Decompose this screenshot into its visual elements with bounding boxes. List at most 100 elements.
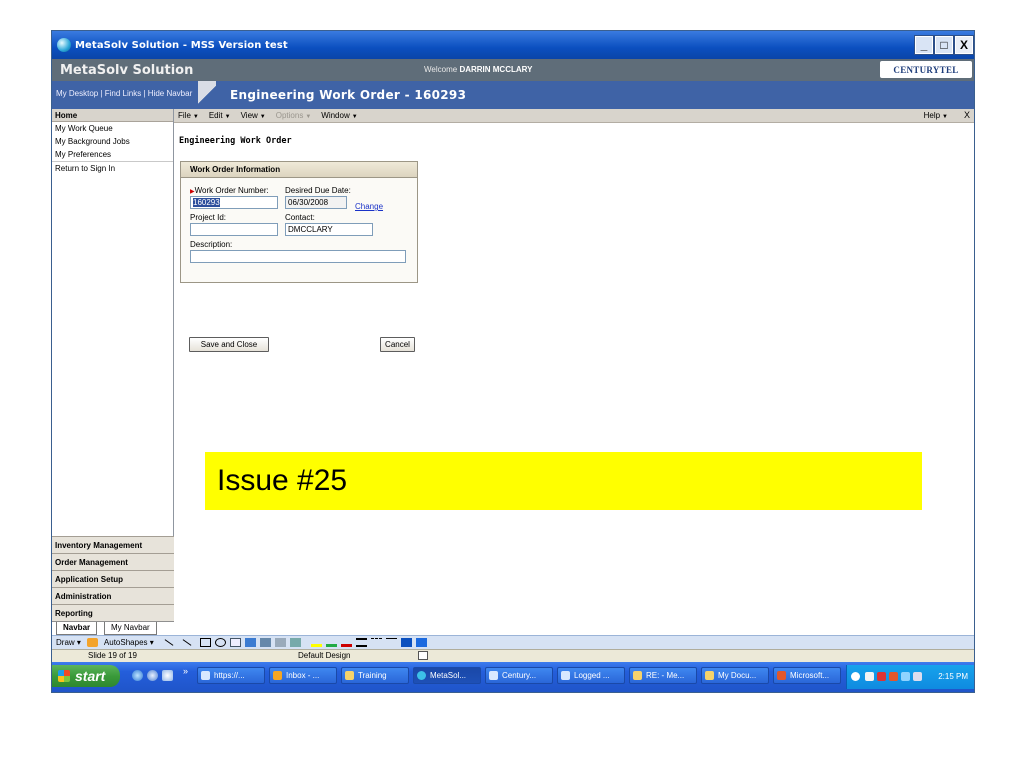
fill-color-icon[interactable] [310,638,322,647]
taskbar-item[interactable]: Century... [485,667,553,684]
windows-flag-icon [58,670,70,682]
nav-item-my-work-queue[interactable]: My Work Queue [52,122,173,135]
arrow-tool-icon[interactable] [182,639,192,646]
task-label: Training [358,671,387,680]
nav-item-return-to-sign-in[interactable]: Return to Sign In [52,161,173,174]
nav-section-order-management[interactable]: Order Management [52,553,174,570]
tray-app-icon[interactable] [877,672,886,681]
tab-my-navbar[interactable]: My Navbar [104,622,157,635]
start-button[interactable]: start [52,665,120,687]
form-title: Engineering Work Order [179,136,292,146]
contact-field[interactable]: DMCCLARY [285,223,373,236]
line-tool-icon[interactable] [164,639,174,646]
taskbar-item[interactable]: Inbox - ... [269,667,337,684]
oval-tool-icon[interactable] [214,638,226,647]
clip-art-icon[interactable] [274,638,286,647]
taskbar-item[interactable]: Microsoft... [773,667,841,684]
close-button[interactable]: X [954,35,974,55]
wordart-icon[interactable] [244,638,256,647]
internet-explorer-icon[interactable] [132,670,143,681]
diagram-icon[interactable] [259,638,271,647]
windows-taskbar: start » https://... Inbox - ... Training… [52,662,974,692]
show-desktop-icon[interactable] [162,670,173,681]
nav-item-my-preferences[interactable]: My Preferences [52,148,173,161]
textbox-tool-icon[interactable] [229,638,241,647]
window-titlebar[interactable]: MetaSolv Solution - MSS Version test _ □… [52,31,974,59]
cancel-button[interactable]: Cancel [380,337,415,352]
menu-edit[interactable]: Edit ▼ [209,111,231,120]
menu-window[interactable]: Window ▼ [321,111,357,120]
powerpoint-drawing-toolbar: Draw ▾ AutoShapes ▾ [52,635,974,649]
save-and-close-button[interactable]: Save and Close [189,337,269,352]
shadow-icon[interactable] [400,638,412,647]
tab-navbar[interactable]: Navbar [56,622,98,635]
tray-app-icon[interactable] [865,672,874,681]
due-date-label: Desired Due Date: [285,186,351,195]
work-order-number-label-text: Work Order Number: [194,186,269,195]
window-close-x[interactable]: X [964,110,970,120]
task-icon [705,671,714,680]
tray-app-icon[interactable] [889,672,898,681]
task-icon [489,671,498,680]
nav-section-reporting[interactable]: Reporting [52,604,174,621]
menu-file[interactable]: File ▼ [178,111,199,120]
taskbar-clock: 2:15 PM [938,672,968,681]
chevron-down-icon: ▼ [351,114,358,120]
chevron-down-icon: ▼ [942,114,948,120]
link-hide-navbar[interactable]: Hide Navbar [148,89,192,98]
line-style-icon[interactable] [355,638,367,647]
select-objects-icon[interactable] [86,638,98,647]
welcome-prefix: Welcome [424,65,458,74]
quicklaunch-expand-icon[interactable]: » [183,666,188,676]
nav-section-inventory-management[interactable]: Inventory Management [52,536,174,553]
description-field[interactable] [190,250,406,263]
autoshapes-menu[interactable]: AutoShapes ▾ [104,638,154,647]
minimize-button[interactable]: _ [914,35,934,55]
due-date-field[interactable]: 06/30/2008 [285,196,347,209]
spell-check-icon[interactable] [418,651,428,660]
nav-section-application-setup[interactable]: Application Setup [52,570,174,587]
rectangle-tool-icon[interactable] [199,638,211,647]
tray-network-icon[interactable] [913,672,922,681]
taskbar-item[interactable]: https://... [197,667,265,684]
taskbar-item[interactable]: MetaSol... [413,667,481,684]
project-id-field[interactable] [190,223,278,236]
menu-help[interactable]: Help ▼ [924,111,948,120]
menu-options-label: Options [275,111,304,120]
arrow-style-icon[interactable] [385,638,397,647]
dash-style-icon[interactable] [370,638,382,647]
work-order-number-field[interactable]: 160293 [190,196,278,209]
tray-volume-icon[interactable] [901,672,910,681]
nav-section-administration[interactable]: Administration [52,587,174,604]
maximize-button[interactable]: □ [934,35,954,55]
line-color-icon[interactable] [325,638,337,647]
window-title: MetaSolv Solution - MSS Version test [75,39,288,51]
nav-home-header[interactable]: Home [52,109,173,122]
3d-style-icon[interactable] [415,638,427,647]
change-date-link[interactable]: Change [355,202,383,211]
app-header: MetaSolv Solution Welcome DARRIN MCCLARY… [52,59,974,81]
link-find-links[interactable]: Find Links [105,89,141,98]
outlook-express-icon[interactable] [147,670,158,681]
menu-help-label: Help [923,111,941,120]
taskbar-item[interactable]: Logged ... [557,667,625,684]
taskbar-item[interactable]: Training [341,667,409,684]
taskbar-item[interactable]: RE: - Me... [629,667,697,684]
link-my-desktop[interactable]: My Desktop [56,89,98,98]
nav-item-my-background-jobs[interactable]: My Background Jobs [52,135,173,148]
powerpoint-status-bar: Slide 19 of 19 Default Design [52,649,974,662]
taskbar-item[interactable]: My Docu... [701,667,769,684]
menu-file-label: File [178,111,191,120]
menu-view[interactable]: View ▼ [241,111,266,120]
insert-picture-icon[interactable] [289,638,301,647]
welcome-user: DARRIN MCCLARY [459,65,533,74]
task-label: Inbox - ... [286,671,320,680]
panel-title: Work Order Information [181,162,417,178]
system-tray: 2:15 PM [846,665,974,689]
tray-expand-icon[interactable] [851,672,860,681]
draw-menu[interactable]: Draw ▾ [56,638,81,647]
font-color-icon[interactable] [340,638,352,647]
slide-count: Slide 19 of 19 [88,651,137,660]
chevron-down-icon: ▼ [224,114,231,120]
task-icon [777,671,786,680]
